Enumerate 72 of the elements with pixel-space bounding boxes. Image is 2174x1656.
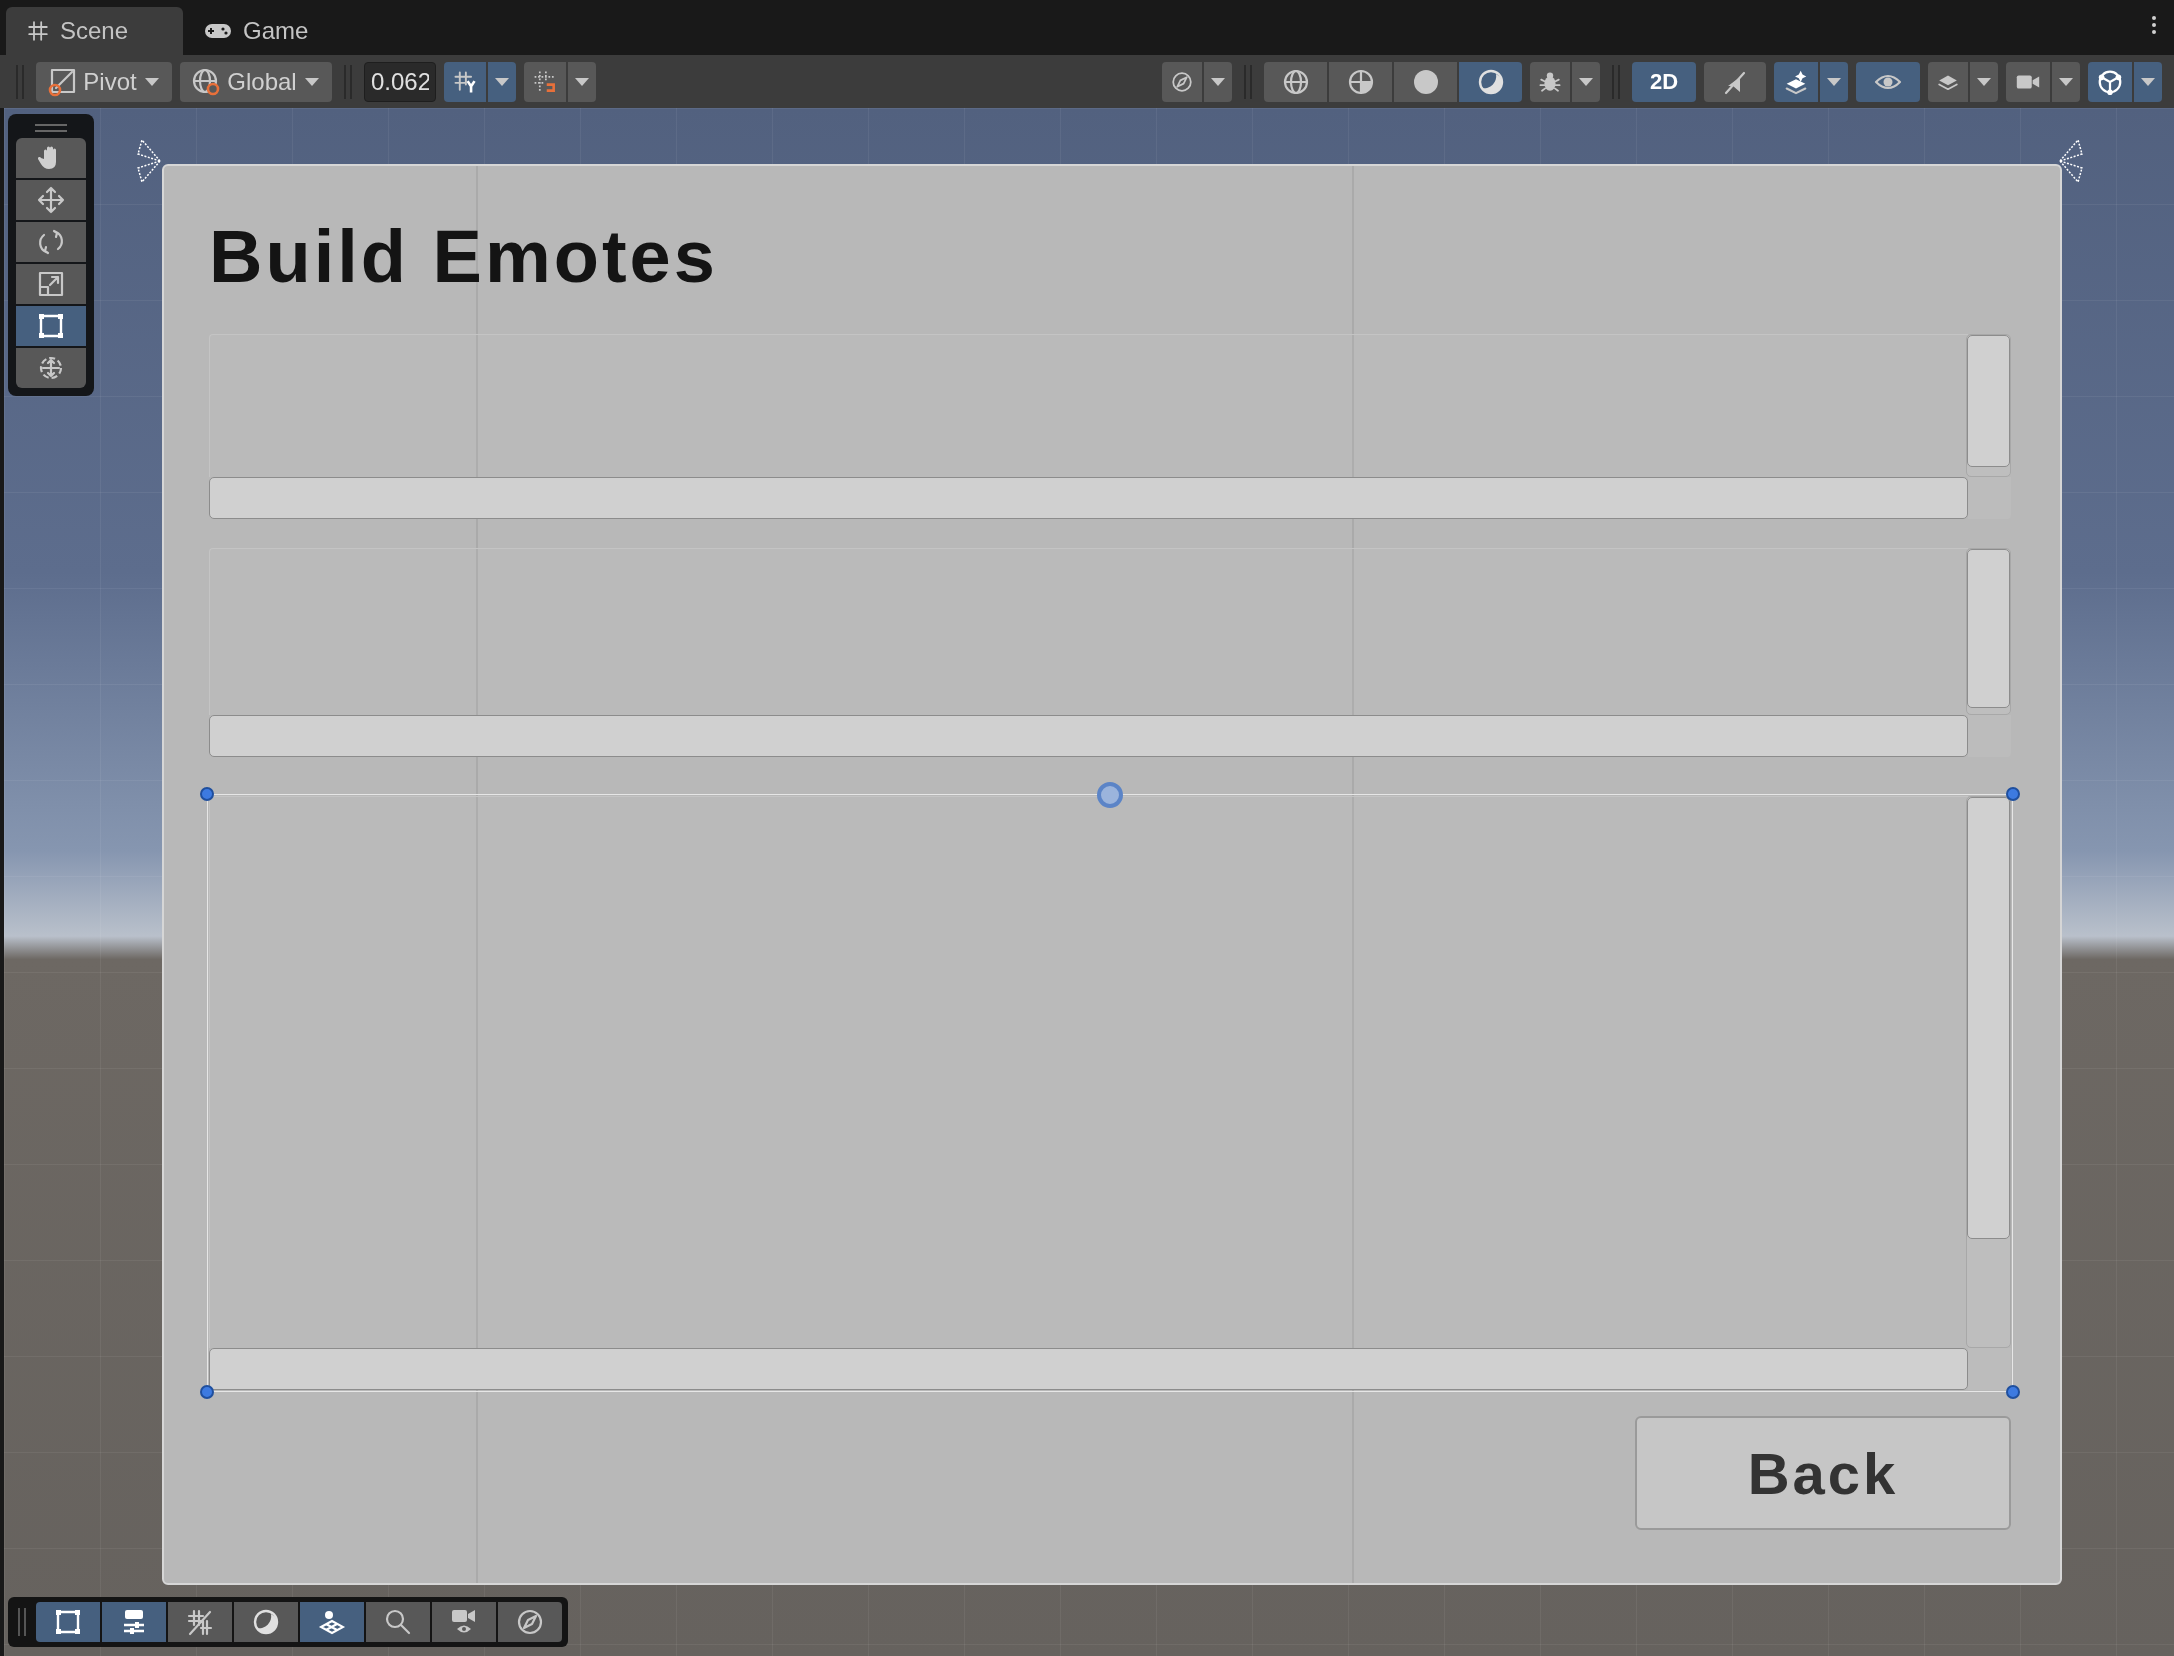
dropdown-button[interactable] bbox=[1204, 61, 1232, 102]
scrollbar-corner bbox=[1968, 715, 2011, 757]
scrollbar-handle[interactable] bbox=[209, 1348, 1968, 1390]
dropdown-button[interactable] bbox=[1572, 61, 1600, 102]
resize-handle[interactable] bbox=[2006, 787, 2020, 801]
globe-icon bbox=[191, 66, 222, 97]
camera-button[interactable] bbox=[2006, 61, 2050, 102]
dropdown-button[interactable] bbox=[2052, 61, 2080, 102]
debug-button[interactable] bbox=[1530, 61, 1570, 102]
scrollbar-handle[interactable] bbox=[1967, 797, 2010, 1239]
grid-icon bbox=[26, 19, 50, 43]
pivot-dropdown[interactable]: Pivot bbox=[36, 61, 172, 102]
overlay-toggle[interactable] bbox=[36, 1602, 100, 1642]
dropdown-button[interactable] bbox=[2134, 61, 2162, 102]
dropdown-button[interactable] bbox=[488, 61, 516, 102]
grid-toggle-icon bbox=[185, 1607, 215, 1637]
resize-handle[interactable] bbox=[2006, 1385, 2020, 1399]
overlay-toggle[interactable] bbox=[234, 1602, 298, 1642]
drag-handle-icon[interactable] bbox=[18, 1608, 26, 1636]
pivot-icon bbox=[47, 66, 78, 97]
snap-toggle[interactable] bbox=[524, 61, 566, 102]
audio-button[interactable] bbox=[1704, 61, 1766, 102]
lighting-icon bbox=[251, 1607, 281, 1637]
draw-mode-button[interactable] bbox=[1394, 61, 1457, 102]
move-icon bbox=[36, 185, 66, 215]
resize-handle[interactable] bbox=[200, 1385, 214, 1399]
rect-tool-icon bbox=[36, 311, 66, 341]
dropdown-button[interactable] bbox=[568, 61, 596, 102]
anchor-icon[interactable] bbox=[2058, 138, 2084, 184]
overlay-toggle[interactable] bbox=[102, 1602, 166, 1642]
space-dropdown[interactable]: Global bbox=[180, 61, 332, 102]
overlay-toggle[interactable] bbox=[168, 1602, 232, 1642]
draw-mode-button[interactable] bbox=[1459, 61, 1522, 102]
scrollbar-handle[interactable] bbox=[209, 715, 1968, 757]
tool-button[interactable] bbox=[16, 222, 86, 262]
dropdown-button[interactable] bbox=[1970, 61, 1998, 102]
scrollbar-handle[interactable] bbox=[209, 477, 1968, 519]
scale-icon bbox=[36, 269, 66, 299]
snap-toggle[interactable] bbox=[444, 61, 486, 102]
anchor-icon[interactable] bbox=[136, 138, 162, 184]
tool-button[interactable] bbox=[16, 264, 86, 304]
effects-button[interactable] bbox=[1774, 61, 1818, 102]
tool-button[interactable] bbox=[16, 138, 86, 178]
tool-button[interactable] bbox=[16, 180, 86, 220]
view-tool-button[interactable] bbox=[1162, 61, 1202, 102]
draw-mode-button[interactable] bbox=[1329, 61, 1392, 102]
overlay-toggle[interactable] bbox=[366, 1602, 430, 1642]
scrollbar-corner bbox=[1968, 1348, 2011, 1390]
mode-2d-button[interactable]: 2D bbox=[1632, 61, 1696, 102]
visibility-button[interactable] bbox=[1856, 61, 1920, 102]
overlay-toggle[interactable] bbox=[432, 1602, 496, 1642]
tool-button[interactable] bbox=[16, 348, 86, 388]
search-icon bbox=[383, 1607, 413, 1637]
draw-mode-button[interactable] bbox=[1264, 61, 1327, 102]
tab[interactable]: Game bbox=[183, 7, 360, 55]
gizmos-button[interactable] bbox=[2088, 61, 2132, 102]
rect-tool-icon bbox=[53, 1607, 83, 1637]
pivot-handle[interactable] bbox=[1097, 782, 1123, 808]
page-title: Build Emotes bbox=[209, 214, 718, 300]
tab[interactable]: Scene bbox=[6, 7, 183, 55]
dropdown-button[interactable] bbox=[1820, 61, 1848, 102]
layers-button[interactable] bbox=[1928, 61, 1968, 102]
back-button[interactable]: Back bbox=[1635, 1416, 2011, 1530]
overlay-toggle[interactable] bbox=[498, 1602, 562, 1642]
resize-handle[interactable] bbox=[200, 787, 214, 801]
overlay-toggle[interactable] bbox=[300, 1602, 364, 1642]
tool-button[interactable] bbox=[16, 306, 86, 346]
more-menu-icon[interactable] bbox=[2152, 16, 2156, 34]
rotate-icon bbox=[36, 227, 66, 257]
snap-field[interactable]: 0.062 bbox=[364, 61, 436, 102]
compass-icon bbox=[515, 1607, 545, 1637]
scrollbar-corner bbox=[1968, 477, 2011, 519]
